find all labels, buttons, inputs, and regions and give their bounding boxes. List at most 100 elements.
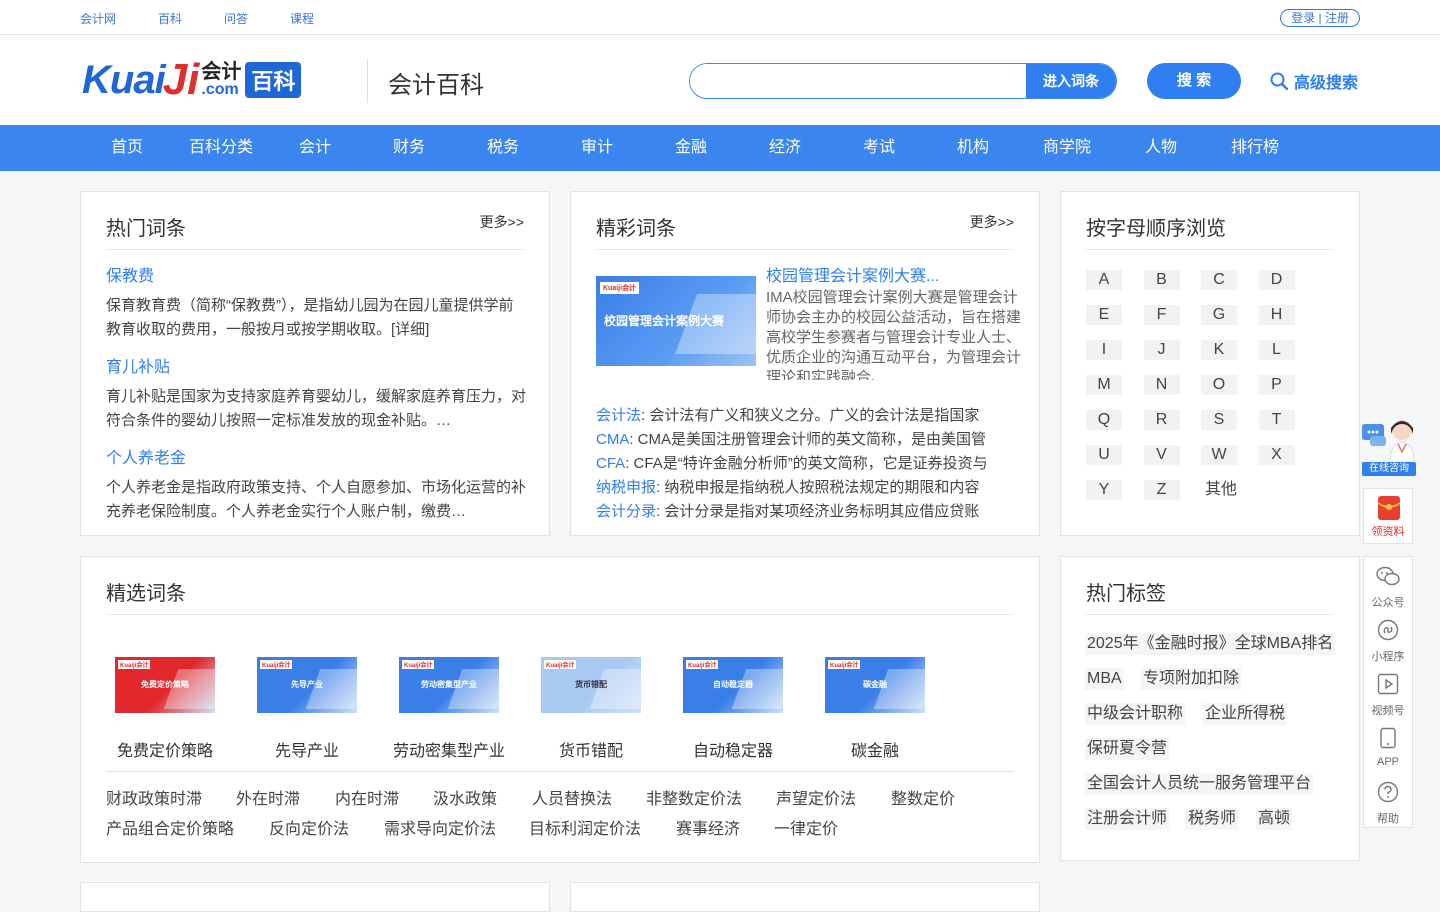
tag-link[interactable]: MBA <box>1085 668 1124 690</box>
online-consult-widget[interactable]: 在线咨询 <box>1360 414 1418 478</box>
tag-link[interactable]: 税务师 <box>1186 808 1239 830</box>
nav-item-institution[interactable]: 机构 <box>957 125 989 171</box>
selected-entry-caption[interactable]: 货币错配 <box>521 737 661 761</box>
featured-entries-more-link[interactable]: 更多>> <box>970 212 1014 232</box>
nav-item-home[interactable]: 首页 <box>111 125 143 171</box>
wechat-official-button[interactable]: 公众号 <box>1364 565 1412 610</box>
video-channel-button[interactable]: 视频号 <box>1364 673 1412 718</box>
letter-link[interactable]: Q <box>1086 410 1122 430</box>
letter-link[interactable]: X <box>1258 445 1295 465</box>
tag-link[interactable]: 专项附加扣除 <box>1141 668 1242 690</box>
nav-item-banking[interactable]: 金融 <box>675 125 707 171</box>
term-link[interactable]: 非整数定价法 <box>646 785 742 809</box>
letter-link[interactable]: Y <box>1086 480 1122 500</box>
nav-item-ranking[interactable]: 排行榜 <box>1231 125 1279 171</box>
nav-item-accounting[interactable]: 会计 <box>299 125 331 171</box>
nav-item-economy[interactable]: 经济 <box>769 125 801 171</box>
nav-item-business-school[interactable]: 商学院 <box>1043 125 1091 171</box>
term-link[interactable]: 目标利润定价法 <box>529 815 641 839</box>
letter-link[interactable]: C <box>1201 270 1237 290</box>
get-materials-widget[interactable]: 领资料 <box>1363 488 1413 544</box>
search-button[interactable]: 搜 索 <box>1147 63 1241 99</box>
top-link-wenda[interactable]: 问答 <box>224 10 248 27</box>
letter-link[interactable]: S <box>1201 410 1237 430</box>
letter-link[interactable]: R <box>1143 410 1180 430</box>
hot-entry-link[interactable]: 保教费 <box>106 262 526 286</box>
letter-link[interactable]: M <box>1086 375 1122 395</box>
letter-link[interactable]: H <box>1258 305 1295 325</box>
term-link[interactable]: 财政政策时滞 <box>106 785 202 809</box>
list-item-link[interactable]: 纳税申报 <box>596 479 656 496</box>
letter-link[interactable]: A <box>1086 270 1122 290</box>
tag-link[interactable]: 2025年《金融时报》全球MBA排名 <box>1085 633 1336 655</box>
help-button[interactable]: 帮助 <box>1364 781 1412 826</box>
selected-entry-image[interactable]: Kuaiji会计 免费定价策略 <box>115 657 215 713</box>
term-link[interactable]: 内在时滞 <box>335 785 399 809</box>
letter-link[interactable]: F <box>1143 305 1180 325</box>
app-button[interactable]: APP <box>1364 727 1412 768</box>
tag-link[interactable]: 企业所得税 <box>1203 703 1288 725</box>
letter-link[interactable]: W <box>1201 445 1237 465</box>
letter-link[interactable]: K <box>1201 340 1237 360</box>
selected-entry-image[interactable]: Kuaiji会计 自动稳定器 <box>683 657 783 713</box>
top-link-baike[interactable]: 百科 <box>158 10 182 27</box>
term-link[interactable]: 赛事经济 <box>676 815 740 839</box>
enter-entry-button[interactable]: 进入词条 <box>1026 64 1116 98</box>
term-link[interactable]: 汲水政策 <box>433 785 497 809</box>
term-link[interactable]: 声望定价法 <box>776 785 856 809</box>
top-link-kuaiji[interactable]: 会计网 <box>80 10 116 27</box>
selected-entry-caption[interactable]: 自动稳定器 <box>663 737 803 761</box>
site-logo[interactable]: Kuai Ji 会计 .com 百科 <box>82 55 302 105</box>
term-link[interactable]: 外在时滞 <box>236 785 300 809</box>
list-item-link[interactable]: 会计分录 <box>596 503 656 520</box>
mini-program-button[interactable]: 小程序 <box>1364 619 1412 664</box>
featured-entry-image[interactable]: Kuaiji会计 校园管理会计案例大赛 <box>596 276 756 366</box>
term-link[interactable]: 一律定价 <box>774 815 838 839</box>
letter-link[interactable]: U <box>1086 445 1122 465</box>
tag-link[interactable]: 高顿 <box>1256 808 1293 830</box>
letter-link[interactable]: T <box>1258 410 1295 430</box>
tag-link[interactable]: 中级会计职称 <box>1085 703 1186 725</box>
search-input[interactable] <box>690 64 1026 98</box>
letter-link[interactable]: I <box>1086 340 1122 360</box>
letter-link[interactable]: 其他 <box>1201 480 1241 500</box>
selected-entry-image[interactable]: Kuaiji会计 碳金融 <box>825 657 925 713</box>
hot-entry-link[interactable]: 个人养老金 <box>106 444 526 468</box>
list-item-link[interactable]: CMA <box>596 431 629 448</box>
letter-link[interactable]: J <box>1143 340 1180 360</box>
term-link[interactable]: 产品组合定价策略 <box>106 815 234 839</box>
letter-link[interactable]: D <box>1258 270 1295 290</box>
advanced-search-link[interactable]: 高级搜索 <box>1270 69 1358 93</box>
list-item-link[interactable]: CFA <box>596 455 625 472</box>
letter-link[interactable]: G <box>1201 305 1237 325</box>
nav-item-finance[interactable]: 财务 <box>393 125 425 171</box>
selected-entry-caption[interactable]: 先导产业 <box>237 737 377 761</box>
nav-item-people[interactable]: 人物 <box>1145 125 1177 171</box>
hot-entries-more-link[interactable]: 更多>> <box>480 212 524 232</box>
nav-item-categories[interactable]: 百科分类 <box>189 125 253 171</box>
selected-entry-image[interactable]: Kuaiji会计 劳动密集型产业 <box>399 657 499 713</box>
nav-item-audit[interactable]: 审计 <box>581 125 613 171</box>
selected-entry-image[interactable]: Kuaiji会计 先导产业 <box>257 657 357 713</box>
term-link[interactable]: 人员替换法 <box>532 785 612 809</box>
letter-link[interactable]: Z <box>1143 480 1180 500</box>
tag-link[interactable]: 注册会计师 <box>1085 808 1170 830</box>
term-link[interactable]: 需求导向定价法 <box>384 815 496 839</box>
term-link[interactable]: 整数定价 <box>891 785 955 809</box>
list-item-link[interactable]: 会计法 <box>596 407 641 424</box>
selected-entry-caption[interactable]: 劳动密集型产业 <box>379 737 519 761</box>
selected-entry-caption[interactable]: 碳金融 <box>805 737 945 761</box>
letter-link[interactable]: B <box>1143 270 1180 290</box>
hot-entry-link[interactable]: 育儿补贴 <box>106 353 526 377</box>
featured-entry-link[interactable]: 校园管理会计案例大赛... <box>766 262 939 286</box>
letter-link[interactable]: P <box>1258 375 1295 395</box>
letter-link[interactable]: V <box>1143 445 1180 465</box>
letter-link[interactable]: L <box>1258 340 1295 360</box>
login-register-link[interactable]: 登录 | 注册 <box>1280 9 1360 27</box>
tag-link[interactable]: 全国会计人员统一服务管理平台 <box>1085 773 1314 795</box>
nav-item-tax[interactable]: 税务 <box>487 125 519 171</box>
term-link[interactable]: 反向定价法 <box>269 815 349 839</box>
letter-link[interactable]: O <box>1201 375 1237 395</box>
selected-entry-image[interactable]: Kuaiji会计 货币错配 <box>541 657 641 713</box>
selected-entry-caption[interactable]: 免费定价策略 <box>95 737 235 761</box>
